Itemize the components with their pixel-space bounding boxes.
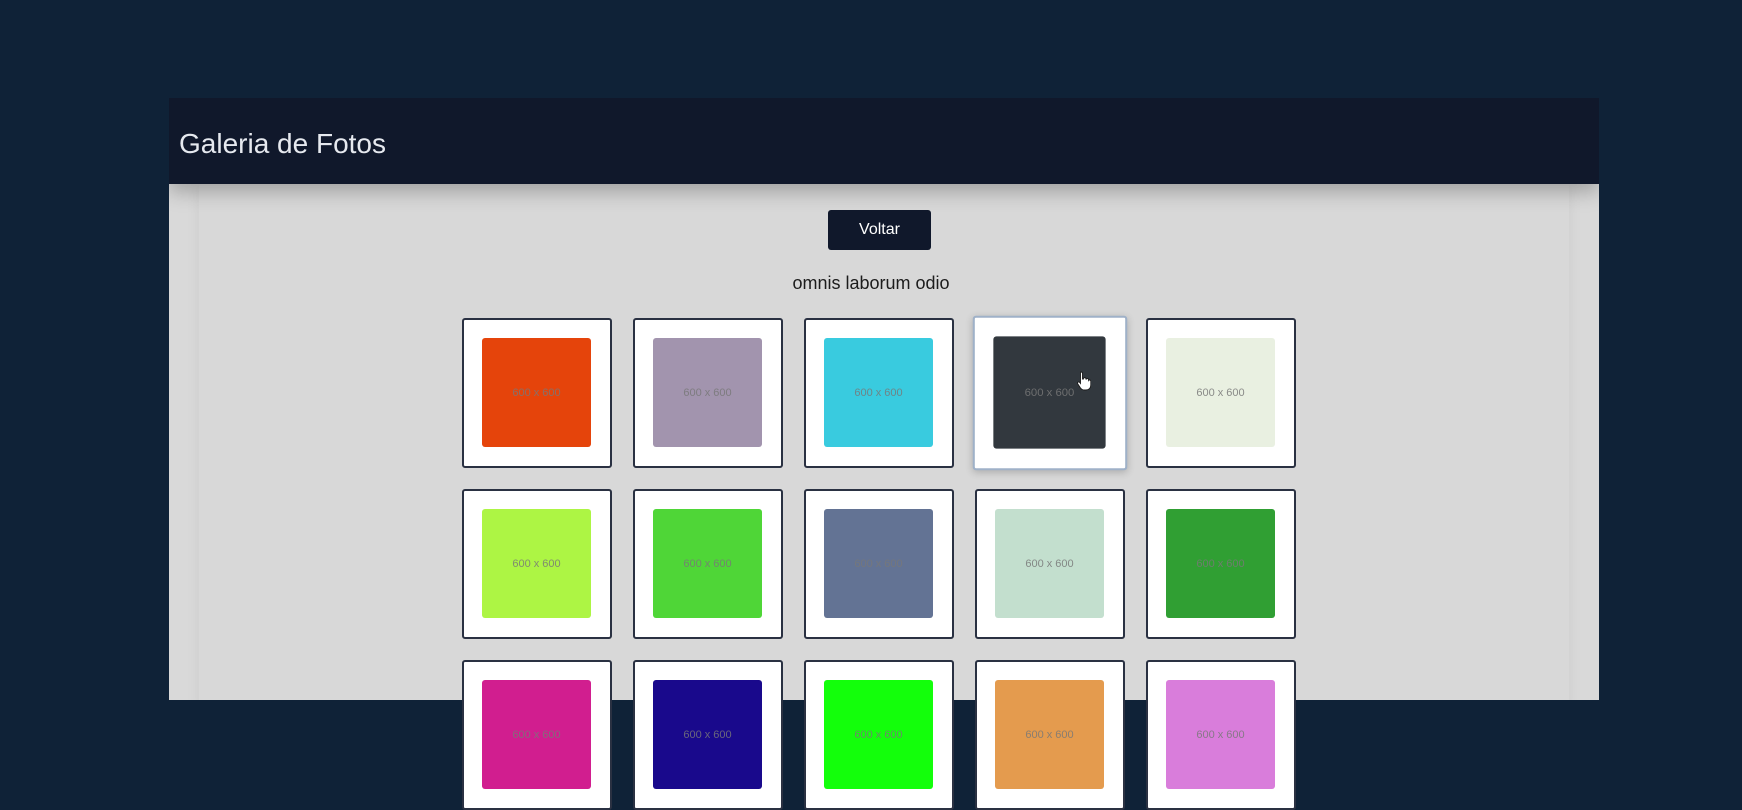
photo-thumbnail: 600 x 600 [993,336,1106,449]
photo-size-label: 600 x 600 [854,728,903,741]
photo-card[interactable]: 600 x 600 [633,318,783,468]
photo-card[interactable]: 600 x 600 [1146,318,1296,468]
photo-size-label: 600 x 600 [683,728,732,741]
photo-card[interactable]: 600 x 600 [633,660,783,810]
photo-thumbnail: 600 x 600 [482,680,591,789]
photo-size-label: 600 x 600 [1196,386,1245,399]
photo-thumbnail: 600 x 600 [1166,509,1275,618]
photo-card[interactable]: 600 x 600 [804,489,954,639]
photo-size-label: 600 x 600 [1196,557,1245,570]
photo-size-label: 600 x 600 [1025,557,1074,570]
photo-thumbnail: 600 x 600 [824,680,933,789]
photo-thumbnail: 600 x 600 [995,680,1104,789]
photo-card[interactable]: 600 x 600 [462,489,612,639]
album-title: omnis laborum odio [792,273,950,293]
photo-card[interactable]: 600 x 600 [804,318,954,468]
photo-thumbnail: 600 x 600 [653,680,762,789]
photo-card[interactable]: 600 x 600 [462,660,612,810]
photo-size-label: 600 x 600 [1024,386,1075,399]
photo-size-label: 600 x 600 [683,386,732,399]
photo-grid: 600 x 600 600 x 600 600 x 600 600 x 600 600 … [462,315,1298,810]
photo-size-label: 600 x 600 [1196,728,1245,741]
photo-size-label: 600 x 600 [512,728,561,741]
hand-pointer-cursor-icon [1077,371,1091,391]
photo-card[interactable]: 600 x 600 [804,660,954,810]
photo-card[interactable]: 600 x 600 [975,660,1125,810]
photo-size-label: 600 x 600 [683,557,732,570]
back-button[interactable]: Voltar [828,210,931,250]
photo-card[interactable]: 600 x 600 [633,489,783,639]
photo-thumbnail: 600 x 600 [653,338,762,447]
photo-thumbnail: 600 x 600 [482,338,591,447]
photo-thumbnail: 600 x 600 [482,509,591,618]
app-title: Galeria de Fotos [179,128,386,159]
photo-card[interactable]: 600 x 600 [1146,489,1296,639]
photo-card[interactable]: 600 x 600 [1146,660,1296,810]
photo-size-label: 600 x 600 [512,386,561,399]
photo-thumbnail: 600 x 600 [1166,680,1275,789]
photo-thumbnail: 600 x 600 [1166,338,1275,447]
photo-size-label: 600 x 600 [854,386,903,399]
photo-card[interactable]: 600 x 600 [972,315,1128,471]
photo-size-label: 600 x 600 [854,557,903,570]
photo-thumbnail: 600 x 600 [653,509,762,618]
photo-thumbnail: 600 x 600 [995,509,1104,618]
photo-size-label: 600 x 600 [1025,728,1074,741]
photo-size-label: 600 x 600 [512,557,561,570]
photo-thumbnail: 600 x 600 [824,338,933,447]
photo-card[interactable]: 600 x 600 [975,489,1125,639]
photo-card[interactable]: 600 x 600 [462,318,612,468]
photo-thumbnail: 600 x 600 [824,509,933,618]
top-bar: Galeria de Fotos [169,98,1599,184]
